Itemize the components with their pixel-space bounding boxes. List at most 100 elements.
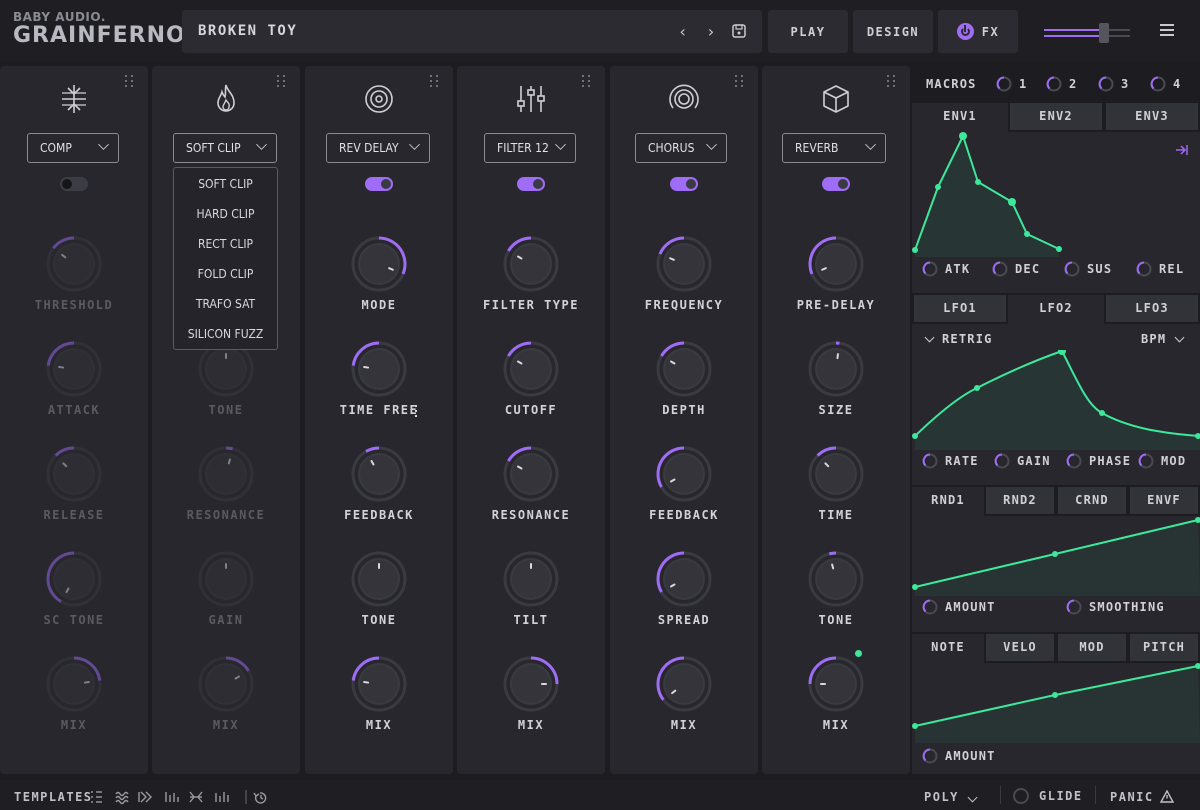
master-volume-slider[interactable] [1044, 23, 1130, 43]
drag-handle-icon[interactable] [735, 75, 745, 89]
knob-mix[interactable] [46, 656, 102, 712]
tab-env3[interactable]: ENV3 [1104, 103, 1200, 132]
note-graph[interactable] [912, 663, 1200, 743]
menu-item-rect-clip[interactable]: RECT CLIP [174, 229, 277, 259]
glide-control[interactable]: GLIDE [1013, 788, 1083, 804]
macro-2[interactable]: 2 [1046, 76, 1077, 92]
lfo-rate[interactable]: RATE [922, 453, 979, 469]
menu-icon[interactable] [1160, 24, 1174, 36]
knob-frequency[interactable] [656, 236, 712, 292]
envelope-graph[interactable] [912, 132, 1200, 257]
next-preset-button[interactable]: › [706, 22, 716, 41]
tab-velo[interactable]: VELO [984, 634, 1056, 663]
env-rel[interactable]: REL [1136, 261, 1184, 277]
lfo-phase[interactable]: PHASE [1066, 453, 1131, 469]
rnd-amount[interactable]: AMOUNT [922, 599, 996, 615]
drag-handle-icon[interactable] [125, 75, 135, 89]
knob-tone[interactable] [351, 551, 407, 607]
knob-mix[interactable] [808, 656, 864, 712]
tab-env1[interactable]: ENV1 [912, 103, 1008, 132]
knob-size[interactable] [808, 341, 864, 397]
tab-note[interactable]: NOTE [912, 634, 984, 663]
knob-filter-type[interactable] [503, 236, 559, 292]
knob-attack[interactable] [46, 341, 102, 397]
knob-mix[interactable] [656, 656, 712, 712]
tab-lfo3[interactable]: LFO3 [1104, 295, 1200, 324]
knob-resonance[interactable] [503, 446, 559, 502]
tab-lfo1[interactable]: LFO1 [912, 295, 1008, 324]
note-amount[interactable]: AMOUNT [922, 748, 996, 764]
save-icon[interactable] [732, 24, 746, 38]
knob-sc-tone[interactable] [46, 551, 102, 607]
module-enable-toggle[interactable] [365, 177, 393, 191]
knob-time[interactable] [808, 446, 864, 502]
module-type-dropdown[interactable]: FILTER 12 [484, 133, 576, 163]
drag-handle-icon[interactable] [430, 75, 440, 89]
tab-mod[interactable]: MOD [1056, 634, 1128, 663]
env-dec[interactable]: DEC [992, 261, 1040, 277]
tab-env2[interactable]: ENV2 [1008, 103, 1104, 132]
tab-rnd1[interactable]: RND1 [912, 487, 984, 516]
knob-time-free[interactable] [351, 341, 407, 397]
poly-dropdown[interactable]: POLY [924, 790, 978, 804]
tab-envf[interactable]: ENVF [1128, 487, 1200, 516]
preset-browser[interactable]: BROKEN TOY ‹ › [182, 10, 762, 53]
prev-preset-button[interactable]: ‹ [678, 22, 688, 41]
retrig-dropdown[interactable]: RETRIG [924, 332, 993, 346]
menu-item-trafo-sat[interactable]: TRAFO SAT [174, 289, 277, 319]
menu-item-hard-clip[interactable]: HARD CLIP [174, 199, 277, 229]
expand-icon[interactable] [1174, 143, 1188, 157]
fx-button[interactable]: FX [938, 10, 1018, 53]
module-enable-toggle[interactable] [517, 177, 545, 191]
macro-3[interactable]: 3 [1098, 76, 1129, 92]
random-graph[interactable] [912, 516, 1200, 596]
knob-mix[interactable] [351, 656, 407, 712]
env-atk[interactable]: ATK [922, 261, 970, 277]
tab-pitch[interactable]: PITCH [1128, 634, 1200, 663]
module-enable-toggle[interactable] [670, 177, 698, 191]
module-type-dropdown[interactable]: SOFT CLIP [173, 133, 277, 163]
master-volume-thumb[interactable] [1099, 23, 1110, 43]
module-enable-toggle[interactable] [60, 177, 88, 191]
knob-tilt[interactable] [503, 551, 559, 607]
knob-mix[interactable] [503, 656, 559, 712]
menu-item-soft-clip[interactable]: SOFT CLIP [174, 169, 277, 199]
macro-4[interactable]: 4 [1150, 76, 1181, 92]
menu-item-fold-clip[interactable]: FOLD CLIP [174, 259, 277, 289]
knob-gain[interactable] [198, 551, 254, 607]
env-sus[interactable]: SUS [1064, 261, 1112, 277]
preset-name[interactable]: BROKEN TOY [198, 23, 297, 39]
knob-spread[interactable] [656, 551, 712, 607]
knob-depth[interactable] [656, 341, 712, 397]
knob-cutoff[interactable] [503, 341, 559, 397]
knob-resonance[interactable] [198, 446, 254, 502]
module-type-dropdown[interactable]: COMP [27, 133, 119, 163]
module-enable-toggle[interactable] [822, 177, 850, 191]
rnd-smoothing[interactable]: SMOOTHING [1066, 599, 1165, 615]
lfo-mod[interactable]: MOD [1138, 453, 1186, 469]
lfo-graph[interactable] [912, 350, 1200, 450]
knob-pre-delay[interactable] [808, 236, 864, 292]
lfo-gain[interactable]: GAIN [994, 453, 1051, 469]
menu-item-silicon-fuzz[interactable]: SILICON FUZZ [174, 319, 277, 349]
knob-mix[interactable] [198, 656, 254, 712]
panic-button[interactable]: PANIC [1110, 789, 1174, 804]
knob-mode[interactable] [351, 236, 407, 292]
more-options-icon[interactable] [415, 405, 417, 417]
drag-handle-icon[interactable] [582, 75, 592, 89]
module-type-dropdown[interactable]: REV DELAY [326, 133, 430, 163]
tab-lfo2[interactable]: LFO2 [1008, 295, 1104, 324]
knob-tone[interactable] [808, 551, 864, 607]
knob-release[interactable] [46, 446, 102, 502]
macro-1[interactable]: 1 [996, 76, 1027, 92]
knob-threshold[interactable] [46, 236, 102, 292]
design-button[interactable]: DESIGN [853, 10, 933, 53]
module-type-dropdown[interactable]: REVERB [782, 133, 886, 163]
drag-handle-icon[interactable] [277, 75, 287, 89]
drag-handle-icon[interactable] [887, 75, 897, 89]
knob-feedback[interactable] [656, 446, 712, 502]
play-button[interactable]: PLAY [768, 10, 848, 53]
module-type-dropdown[interactable]: CHORUS [635, 133, 727, 163]
tab-rnd2[interactable]: RND2 [984, 487, 1056, 516]
knob-feedback[interactable] [351, 446, 407, 502]
